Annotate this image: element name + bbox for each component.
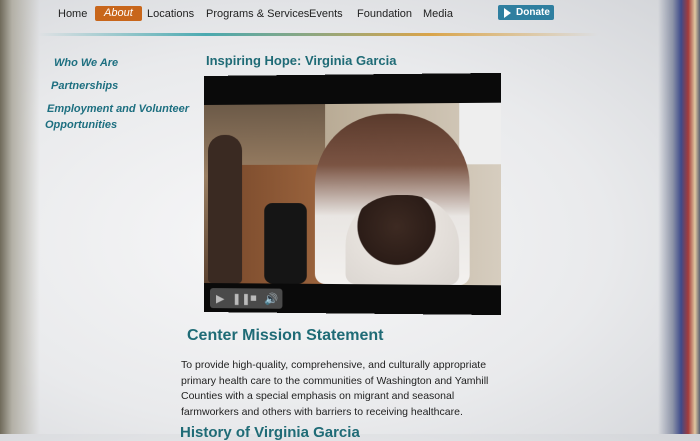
stop-icon[interactable]: ■ <box>250 292 257 304</box>
mission-heading: Center Mission Statement <box>187 327 384 344</box>
video-frame[interactable] <box>204 102 502 286</box>
video-scene-poster <box>459 102 502 165</box>
nav-home[interactable]: Home <box>58 8 87 20</box>
video-control-bar: ▶ ❚❚ ■ 🔊 <box>209 288 283 309</box>
screen-bezel-right <box>658 0 700 434</box>
pause-icon[interactable]: ❚❚ <box>232 292 251 305</box>
donate-button[interactable]: Donate <box>498 5 554 20</box>
sidebar-item-partnerships[interactable]: Partnerships <box>51 80 118 92</box>
mission-text: To provide high-quality, comprehensive, … <box>181 359 489 418</box>
top-navigation: Home About Locations Programs & Services… <box>38 0 650 34</box>
video-scene-bag <box>264 203 307 284</box>
video-controls: ▶ ❚❚ ■ 🔊 <box>204 283 502 316</box>
page-title: Inspiring Hope: Virginia Garcia <box>206 53 397 68</box>
play-icon <box>504 8 511 18</box>
nav-locations[interactable]: Locations <box>147 8 194 20</box>
history-heading: History of Virginia Garcia <box>180 424 360 441</box>
screen-bezel-left <box>0 0 40 434</box>
video-scene-baby <box>345 195 460 285</box>
nav-foundation[interactable]: Foundation <box>357 8 412 20</box>
nav-media[interactable]: Media <box>423 8 453 20</box>
sidebar-item-opportunities[interactable]: Opportunities <box>45 119 117 131</box>
nav-divider <box>38 33 598 36</box>
nav-programs-services[interactable]: Programs & Services <box>206 8 309 20</box>
play-icon[interactable]: ▶ <box>216 292 224 305</box>
donate-label: Donate <box>516 7 550 18</box>
sidebar-item-employment[interactable]: Employment and Volunteer <box>47 103 189 115</box>
volume-icon[interactable]: 🔊 <box>264 293 278 306</box>
sidebar-item-who-we-are[interactable]: Who We Are <box>54 57 118 69</box>
video-player[interactable]: ▶ ❚❚ ■ 🔊 <box>204 72 502 316</box>
video-scene-child <box>207 134 243 284</box>
nav-about[interactable]: About <box>95 6 142 21</box>
nav-events[interactable]: Events <box>309 8 343 20</box>
